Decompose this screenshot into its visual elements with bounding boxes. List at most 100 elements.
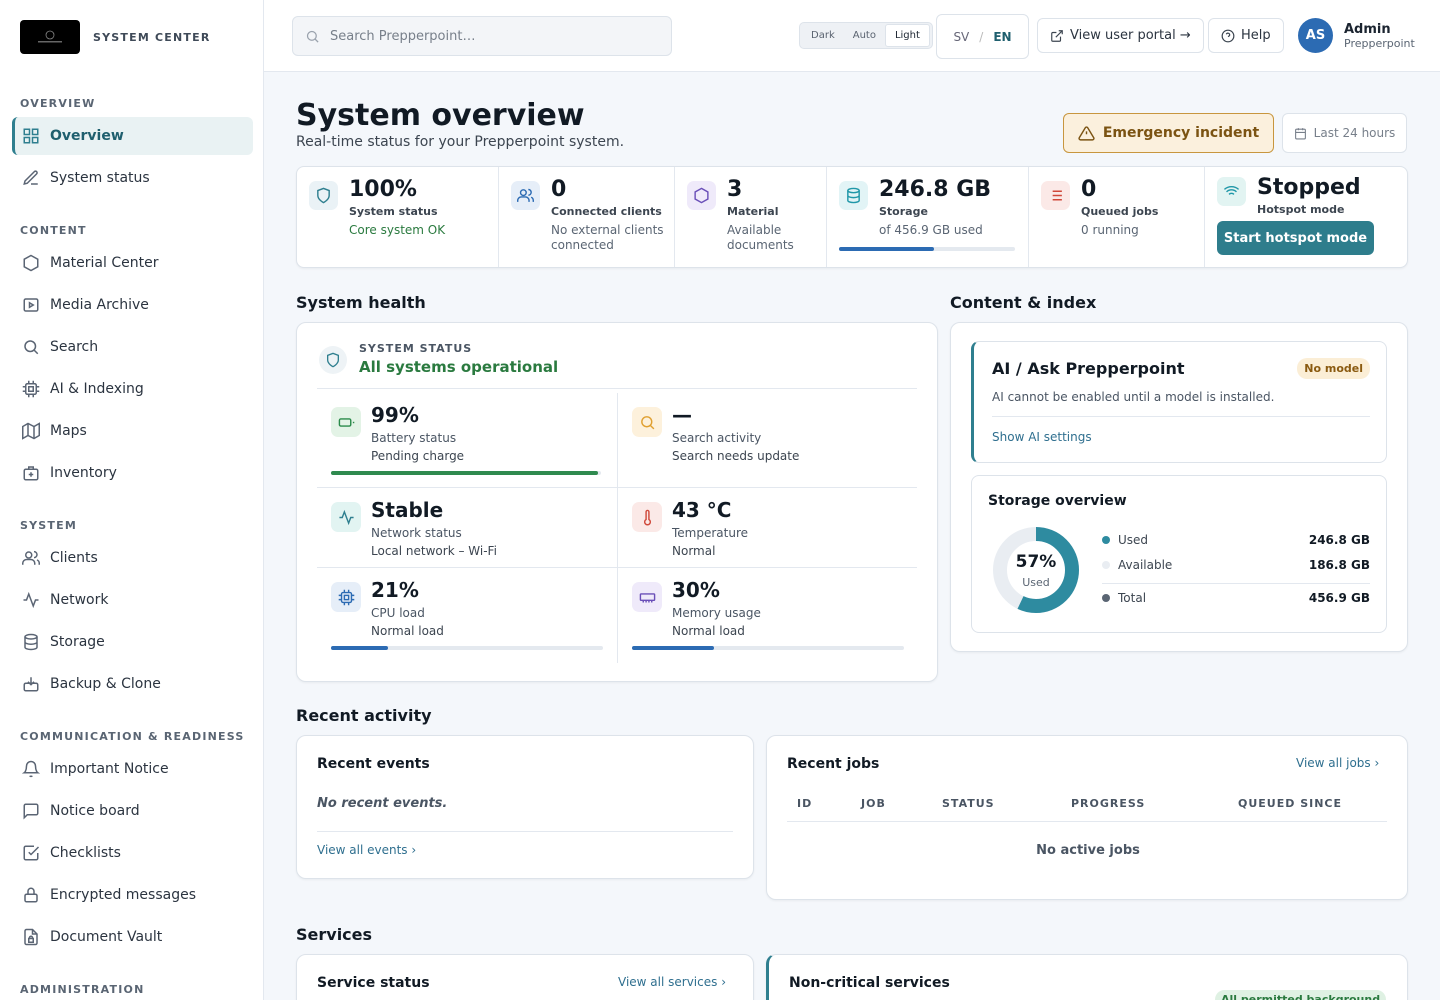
sidebar-item-overview[interactable]: Overview — [12, 117, 253, 155]
metric-icon-bg — [331, 582, 361, 612]
brand-logo[interactable] — [20, 20, 80, 54]
page-subtitle: Real-time status for your Prepperpoint s… — [296, 134, 625, 150]
chevron-right-icon: › — [411, 843, 417, 857]
cpu-icon — [338, 589, 354, 605]
non-critical-services-card: Non-critical services All permitted back… — [766, 954, 1408, 1000]
section-communication: COMMUNICATION & READINESS — [20, 730, 245, 743]
sidebar-item-notice-board[interactable]: Notice board — [12, 792, 253, 830]
brand-name: SYSTEM CENTER — [93, 30, 211, 44]
sidebar-item-maps[interactable]: Maps — [12, 412, 253, 450]
column-header-progress[interactable]: PROGRESS — [1071, 797, 1145, 810]
list-icon — [1049, 190, 1062, 201]
start-hotspot-button[interactable]: Start hotspot mode — [1217, 221, 1374, 255]
help-circle-icon — [1221, 29, 1235, 42]
system-status-value: All systems operational — [359, 358, 559, 376]
metric-value: 99% — [371, 403, 419, 427]
non-critical-services-title: Non-critical services — [789, 975, 950, 991]
column-header-queued-since[interactable]: QUEUED SINCE — [1238, 797, 1342, 810]
metric-note: Pending charge — [371, 449, 465, 463]
divider — [317, 487, 917, 488]
wifi-icon — [1223, 185, 1240, 198]
stat-storage: 246.8 GB Storage of 456.9 GB used — [827, 167, 1029, 267]
checkbox-icon — [23, 845, 40, 861]
stat-system-status: 100% System status Core system OK — [297, 167, 499, 267]
emergency-incident-button[interactable]: Emergency incident — [1063, 113, 1274, 153]
recent-events-empty: No recent events. — [317, 796, 448, 811]
sidebar-item-material-center[interactable]: Material Center — [12, 244, 253, 282]
emergency-incident-label: Emergency incident — [1102, 125, 1260, 141]
sidebar-item-important-notice[interactable]: Important Notice — [12, 750, 253, 788]
brand: SYSTEM CENTER — [20, 20, 210, 54]
stat-icon-bg — [511, 181, 540, 210]
metric-note: Normal load — [672, 624, 745, 638]
search-icon — [640, 415, 654, 429]
section-title-content: Content & index — [950, 293, 1097, 312]
sidebar-item-search[interactable]: Search — [12, 328, 253, 366]
map-icon — [22, 422, 40, 440]
legend-dot — [1102, 594, 1110, 602]
theme-option-dark[interactable]: Dark — [802, 25, 844, 46]
help-label: Help — [1241, 28, 1271, 43]
section-administration: ADMINISTRATION — [20, 983, 145, 996]
sidebar-item-checklists[interactable]: Checklists — [12, 834, 253, 872]
lock-icon — [24, 887, 38, 903]
health-icon-bg — [319, 346, 347, 374]
search-input[interactable] — [330, 28, 660, 44]
alert-triangle-icon — [1078, 125, 1095, 141]
sidebar-item-system-status[interactable]: System status — [12, 159, 253, 197]
sidebar-item-ai-indexing[interactable]: AI & Indexing — [12, 370, 253, 408]
lang-option-sv[interactable]: SV — [953, 30, 969, 44]
sidebar-item-media-archive[interactable]: Media Archive — [12, 286, 253, 324]
storage-overview-title: Storage overview — [988, 493, 1127, 509]
sidebar-item-backup-clone[interactable]: Backup & Clone — [12, 665, 253, 703]
column-header-id[interactable]: ID — [797, 797, 812, 810]
sidebar-item-label: Important Notice — [50, 761, 169, 777]
sidebar-item-document-vault[interactable]: Document Vault — [12, 918, 253, 956]
column-header-job[interactable]: JOB — [861, 797, 886, 810]
legend-available: Available 186.8 GB — [1102, 558, 1370, 572]
donut-label: Used — [1022, 576, 1050, 589]
theme-switcher: Dark Auto Light — [799, 22, 933, 49]
view-all-jobs-label: View all jobs — [1296, 756, 1371, 770]
theme-option-auto[interactable]: Auto — [844, 25, 885, 46]
view-user-portal-button[interactable]: View user portal → — [1037, 18, 1204, 53]
view-all-services-link[interactable]: View all services › — [618, 975, 726, 989]
metric-note: Normal load — [371, 624, 444, 638]
search-box — [292, 16, 672, 56]
sidebar-item-label: Document Vault — [50, 929, 163, 945]
view-all-jobs-link[interactable]: View all jobs › — [1296, 756, 1379, 770]
sidebar-item-network[interactable]: Network — [12, 581, 253, 619]
chevron-right-icon: › — [1374, 756, 1380, 770]
divider — [787, 821, 1387, 822]
ai-description: AI cannot be enabled until a model is in… — [992, 390, 1275, 404]
main-content: System overview Real-time status for you… — [264, 72, 1440, 1000]
legend-total: Total 456.9 GB — [1102, 591, 1370, 605]
time-range-selector[interactable]: Last 24 hours — [1282, 113, 1407, 153]
page-title: System overview — [296, 98, 585, 133]
column-header-status[interactable]: STATUS — [942, 797, 995, 810]
sidebar-item-label: AI & Indexing — [50, 381, 144, 397]
show-ai-settings-link[interactable]: Show AI settings — [992, 430, 1092, 444]
stat-icon-bg — [839, 181, 868, 210]
metric-icon-bg — [632, 407, 662, 437]
lang-option-en[interactable]: EN — [993, 30, 1011, 44]
database-icon — [24, 633, 38, 651]
sidebar-item-storage[interactable]: Storage — [12, 623, 253, 661]
stat-note: Core system OK — [349, 223, 446, 237]
sidebar-item-label: Encrypted messages — [50, 887, 196, 903]
system-status-label: SYSTEM STATUS — [359, 342, 473, 355]
sidebar-item-label: Notice board — [50, 803, 140, 819]
view-all-events-link[interactable]: View all events › — [317, 843, 416, 857]
sidebar-item-clients[interactable]: Clients — [12, 539, 253, 577]
sidebar-item-encrypted-messages[interactable]: Encrypted messages — [12, 876, 253, 914]
legend-dot — [1102, 561, 1110, 569]
sidebar-item-inventory[interactable]: Inventory — [12, 454, 253, 492]
time-range-label: Last 24 hours — [1313, 126, 1396, 140]
view-user-portal-label: View user portal → — [1070, 28, 1191, 43]
play-square-icon — [23, 298, 39, 312]
theme-option-light[interactable]: Light — [884, 24, 930, 47]
activity-icon — [23, 591, 39, 609]
help-button[interactable]: Help — [1208, 18, 1284, 53]
user-menu[interactable]: AS Admin Prepperpoint — [1298, 18, 1415, 53]
memory-icon — [639, 592, 655, 602]
